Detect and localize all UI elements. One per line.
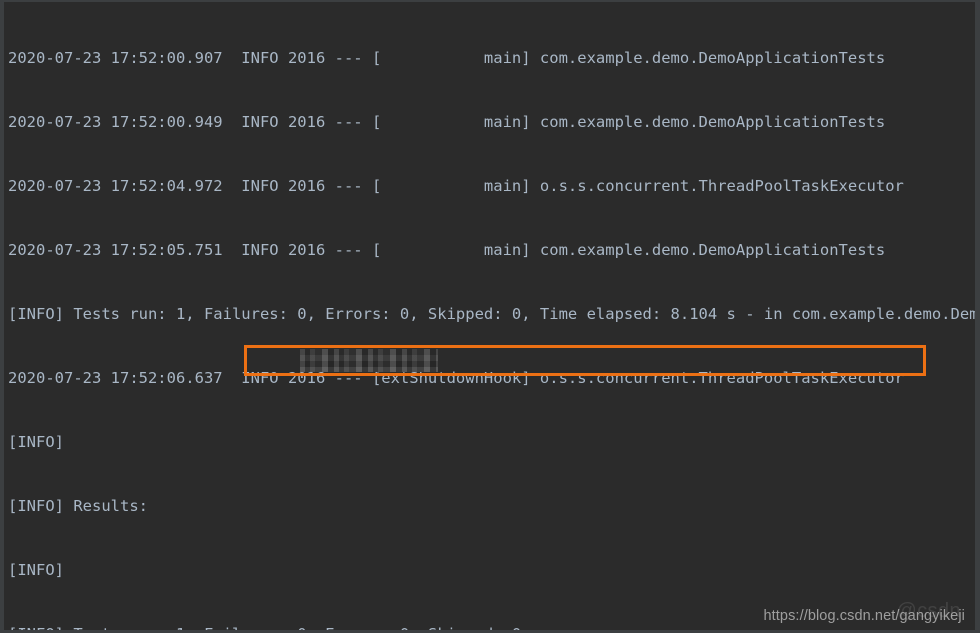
log-line: [INFO] Tests run: 1, Failures: 0, Errors…	[8, 305, 979, 323]
log-line: [INFO] Results:	[8, 497, 148, 515]
log-line: 2020-07-23 17:52:00.907 INFO 2016 --- [ …	[8, 49, 886, 67]
build-console-window[interactable]: 2020-07-23 17:52:00.907 INFO 2016 --- [ …	[0, 0, 980, 633]
log-line: 2020-07-23 17:52:00.949 INFO 2016 --- [ …	[8, 113, 886, 131]
log-line: 2020-07-23 17:52:04.972 INFO 2016 --- [ …	[8, 177, 904, 195]
log-line: 2020-07-23 17:52:05.751 INFO 2016 --- [ …	[8, 241, 886, 259]
log-line: [INFO]	[8, 561, 74, 579]
blog-watermark: https://blog.csdn.net/gangyikeji	[763, 608, 965, 624]
log-line: 2020-07-23 17:52:06.637 INFO 2016 --- [e…	[8, 369, 904, 387]
log-line: [INFO]	[8, 433, 74, 451]
console-log-output[interactable]: 2020-07-23 17:52:00.907 INFO 2016 --- [ …	[8, 7, 979, 630]
blurred-username-redaction	[300, 349, 438, 372]
